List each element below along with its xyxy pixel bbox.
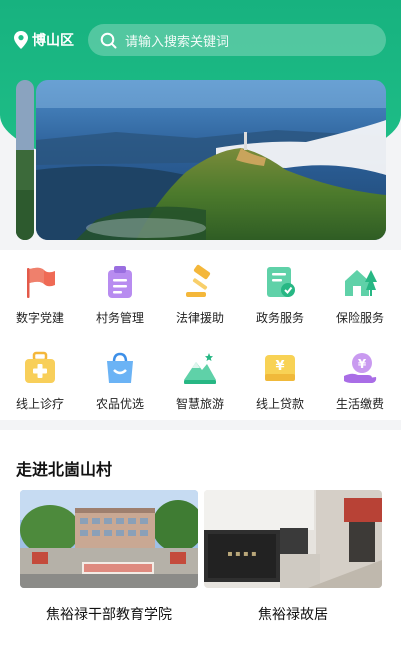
service-grid: 数字党建 村务管理 法律援助 政务服务 保险服务 线上诊疗 农品优选 智慧旅游 … — [0, 250, 401, 420]
attraction-caption: 焦裕禄故居 — [258, 607, 328, 623]
service-item-farm-products[interactable]: 农品优选 — [80, 344, 160, 414]
service-label: 保险服务 — [335, 311, 384, 325]
service-label: 政务服务 — [255, 311, 304, 325]
banner-carousel[interactable] — [0, 80, 401, 242]
svg-text:¥: ¥ — [358, 357, 367, 371]
house-tree-icon — [345, 270, 377, 296]
service-label: 线上贷款 — [255, 397, 304, 411]
attraction-card[interactable]: 焦裕禄干部教育学院 — [20, 490, 198, 624]
yuan-hand-icon: ¥ — [344, 353, 377, 383]
attraction-caption: 焦裕禄干部教育学院 — [46, 607, 172, 623]
clipboard-icon — [108, 266, 132, 298]
service-item-village-affairs[interactable]: 村务管理 — [80, 258, 160, 328]
search-input[interactable]: 请输入搜索关键词 — [88, 24, 386, 56]
attraction-image — [20, 490, 198, 588]
certificate-icon — [267, 267, 295, 297]
svg-text:▪ ▪ ▪ ▪: ▪ ▪ ▪ ▪ — [227, 549, 256, 558]
yuan-wallet-icon: ¥ — [265, 355, 295, 381]
map-pin-icon — [14, 31, 28, 49]
service-item-insurance[interactable]: 保险服务 — [320, 258, 400, 328]
service-label: 数字党建 — [15, 311, 64, 325]
service-label: 生活缴费 — [335, 397, 384, 411]
gavel-icon — [186, 264, 211, 297]
service-label: 线上诊疗 — [15, 397, 64, 411]
section-title: 走进北崮山村 — [16, 460, 113, 479]
banner-image[interactable] — [36, 80, 386, 240]
service-item-digital-party[interactable]: 数字党建 — [0, 258, 80, 328]
medical-kit-icon — [25, 351, 55, 383]
banner-previous-slide[interactable] — [16, 80, 34, 240]
service-item-smart-tourism[interactable]: 智慧旅游 — [160, 344, 240, 414]
top-bar: 博山区 请输入搜索关键词 — [0, 0, 401, 80]
search-icon — [100, 32, 117, 48]
village-section: 走进北崮山村 焦裕禄干部教育学院 ▪ ▪ ▪ ▪ 焦裕禄故居 — [0, 430, 401, 660]
attraction-card[interactable]: ▪ ▪ ▪ ▪ 焦裕禄故居 — [204, 490, 382, 624]
service-item-legal-aid[interactable]: 法律援助 — [160, 258, 240, 328]
service-label: 村务管理 — [95, 311, 144, 325]
mountain-icon — [184, 353, 216, 384]
service-item-gov-services[interactable]: 政务服务 — [240, 258, 320, 328]
svg-text:¥: ¥ — [275, 359, 284, 374]
attraction-image: ▪ ▪ ▪ ▪ — [204, 490, 382, 588]
service-label: 农品优选 — [95, 397, 144, 411]
service-label: 智慧旅游 — [175, 397, 224, 411]
service-item-online-clinic[interactable]: 线上诊疗 — [0, 344, 80, 414]
service-label: 法律援助 — [175, 311, 224, 325]
location-selector[interactable]: 博山区 — [14, 28, 74, 52]
red-flag-icon — [27, 267, 55, 298]
service-item-online-loan[interactable]: ¥ 线上贷款 — [240, 344, 320, 414]
service-item-bill-payment[interactable]: ¥ 生活缴费 — [320, 344, 400, 414]
shopping-bag-icon — [107, 352, 133, 383]
location-label: 博山区 — [32, 33, 74, 49]
search-placeholder: 请输入搜索关键词 — [125, 34, 230, 50]
